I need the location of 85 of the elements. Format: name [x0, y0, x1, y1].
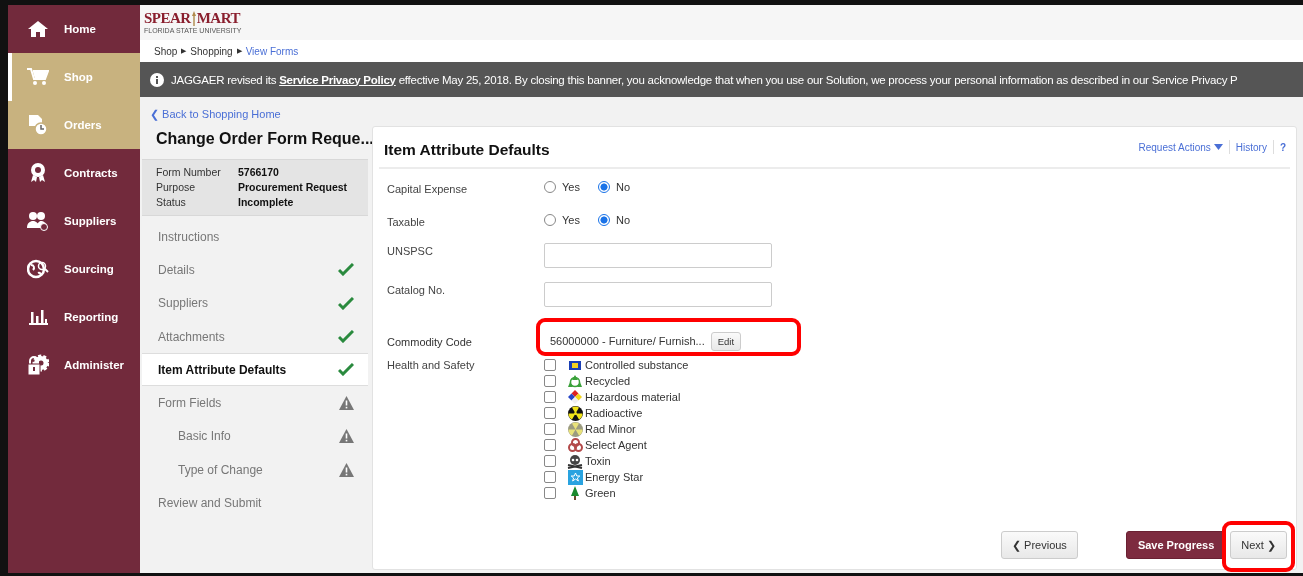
step-item[interactable]: Type of Change: [142, 453, 368, 487]
option-label: Controlled substance: [585, 359, 689, 371]
input-field[interactable]: [544, 282, 772, 307]
award-ribbon-icon: [30, 163, 46, 183]
radio-option[interactable]: No: [597, 214, 630, 226]
field-label: Health and Safety: [387, 358, 476, 371]
sidebar-item[interactable]: Home: [8, 5, 140, 53]
privacy-policy-link[interactable]: Service Privacy Policy: [279, 73, 396, 86]
help-link[interactable]: ?: [1279, 141, 1286, 153]
sidebar-item[interactable]: Administer: [8, 341, 140, 389]
field-label: Catalog No.: [387, 284, 447, 296]
sidebar-item[interactable]: Reporting: [8, 293, 140, 341]
checkbox[interactable]: [544, 487, 556, 499]
option-label: Green: [585, 487, 616, 499]
step-item[interactable]: Item Attribute Defaults: [142, 353, 368, 387]
step-item[interactable]: Details: [142, 253, 368, 287]
caret-icon: [1213, 144, 1223, 150]
logo: MART: [196, 11, 240, 26]
info-label: Status: [156, 196, 187, 208]
checkbox[interactable]: [544, 359, 556, 371]
option-label: Radioactive: [585, 407, 643, 419]
breadcrumb-item: Shopping: [190, 45, 233, 57]
people-icon: [27, 211, 49, 231]
sidebar-item[interactable]: Sourcing: [8, 245, 140, 293]
info-label: Purpose: [156, 181, 197, 193]
radio-option[interactable]: Yes: [544, 214, 580, 226]
radioactive-icon: [567, 405, 583, 421]
request-actions-menu[interactable]: Request Actions: [1138, 141, 1223, 153]
step-item[interactable]: Suppliers: [142, 286, 368, 320]
next-button[interactable]: Next ❯: [1230, 531, 1287, 559]
info-value: Incomplete: [238, 196, 295, 208]
field-label: UNSPSC: [387, 245, 434, 257]
info-label: Form Number: [156, 166, 222, 178]
document-clock-icon: [28, 114, 48, 136]
option-label: Toxin: [585, 455, 611, 467]
bar-chart-icon: [28, 309, 48, 325]
previous-button[interactable]: ❮ Previous: [1001, 531, 1078, 559]
hazard-diamond-icon: [568, 390, 582, 404]
back-link[interactable]: ❮ Back to Shopping Home: [142, 97, 368, 124]
checkbox[interactable]: [544, 375, 556, 387]
step-item[interactable]: Form Fields: [142, 386, 368, 420]
logo: SPEAR: [144, 11, 191, 26]
option-label: Hazardous material: [585, 391, 681, 403]
radio-option[interactable]: No: [597, 181, 630, 193]
checkbox[interactable]: [544, 471, 556, 483]
globe-search-icon: [27, 259, 49, 279]
step-item[interactable]: Review and Submit: [142, 486, 368, 520]
section-title: Item Attribute Defaults: [384, 140, 550, 159]
checkbox[interactable]: [544, 391, 556, 403]
history-link[interactable]: History: [1235, 141, 1267, 153]
breadcrumb-item: Shop: [154, 45, 178, 57]
checkbox[interactable]: [544, 455, 556, 467]
pill-bottle-icon: [568, 358, 582, 372]
sidebar-item[interactable]: Suppliers: [8, 197, 140, 245]
checkbox[interactable]: [544, 407, 556, 419]
field-label: Capital Expense: [387, 182, 469, 195]
tree-icon: [569, 486, 581, 500]
radio-option[interactable]: Yes: [544, 181, 580, 193]
breadcrumb-link[interactable]: View Forms: [245, 45, 299, 57]
info-value: 5766170: [238, 166, 280, 178]
spear-icon: [190, 11, 197, 26]
biohazard-icon: [567, 437, 583, 453]
field-label: Commodity Code: [387, 335, 473, 348]
option-label: Recycled: [585, 375, 631, 387]
checkbox[interactable]: [544, 423, 556, 435]
input-field[interactable]: [544, 243, 772, 268]
sidebar-item[interactable]: Contracts: [8, 149, 140, 197]
commodity-code-value: 56000000 - Furniture/ Furnish...: [550, 335, 705, 347]
option-label: Rad Minor: [585, 423, 636, 435]
info-icon: [150, 72, 164, 87]
option-label: Select Agent: [585, 439, 647, 451]
option-label: Energy Star: [585, 471, 644, 483]
lock-gear-icon: [27, 354, 49, 376]
edit-button[interactable]: Edit: [710, 331, 742, 351]
home-icon: [28, 20, 48, 38]
privacy-notice: JAGGAER revised its Service Privacy Policy effective May 25, 2018. By closing this banner, you acknowledge that when you use our Solution, we process your personal information as described in our Service Privacy P: [171, 73, 1238, 86]
cart-icon: [27, 68, 49, 86]
field-label: Taxable: [387, 215, 426, 228]
skull-icon: [567, 453, 583, 469]
step-item[interactable]: Basic Info: [142, 419, 368, 454]
checkbox[interactable]: [544, 439, 556, 451]
info-value: Procurement Request: [238, 181, 349, 193]
step-item[interactable]: Attachments: [142, 319, 368, 354]
radioactive-icon: [567, 421, 583, 437]
step-item[interactable]: Instructions: [142, 220, 368, 254]
